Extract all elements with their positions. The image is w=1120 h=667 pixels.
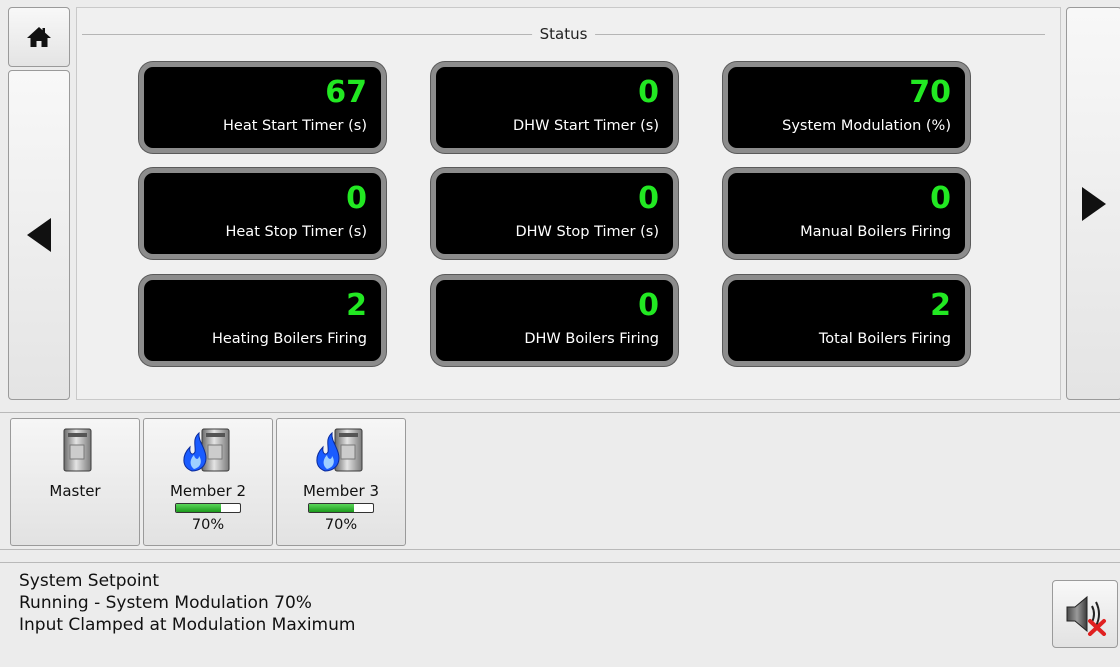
status-message: System Setpoint Running - System Modulat… bbox=[19, 570, 355, 636]
speaker-muted-icon bbox=[1066, 595, 1106, 636]
tile-label: DHW Boilers Firing bbox=[524, 331, 659, 347]
total-boilers-firing-tile: 2 Total Boilers Firing bbox=[723, 275, 970, 366]
boiler-icon bbox=[183, 428, 230, 472]
status-line: Input Clamped at Modulation Maximum bbox=[19, 615, 356, 635]
tile-value: 70 bbox=[909, 75, 951, 110]
heat-start-timer-tile: 67 Heat Start Timer (s) bbox=[139, 62, 386, 153]
tile-value: 2 bbox=[346, 288, 367, 323]
status-panel: Status 67 Heat Start Timer (s) 0 DHW Sta… bbox=[76, 7, 1061, 400]
divider bbox=[0, 412, 1120, 413]
tile-label: Manual Boilers Firing bbox=[800, 224, 951, 240]
home-button[interactable] bbox=[8, 7, 70, 67]
heating-boilers-firing-tile: 2 Heating Boilers Firing bbox=[139, 275, 386, 366]
boiler-icon bbox=[316, 428, 363, 472]
mute-alarm-button[interactable] bbox=[1052, 580, 1118, 648]
dhw-stop-timer-tile: 0 DHW Stop Timer (s) bbox=[431, 168, 678, 259]
boiler-icon-wrap bbox=[11, 427, 139, 473]
previous-page-button[interactable] bbox=[8, 70, 70, 400]
tile-label: Heating Boilers Firing bbox=[211, 331, 367, 347]
tile-label: Heat Start Timer (s) bbox=[223, 118, 367, 134]
boiler-button-master[interactable]: Master bbox=[10, 418, 140, 546]
boiler-button-member-3[interactable]: Member 3 70% bbox=[276, 418, 406, 546]
tile-value: 0 bbox=[638, 181, 659, 216]
boiler-icon bbox=[63, 428, 92, 472]
divider bbox=[0, 562, 1120, 563]
tile-label: Total Boilers Firing bbox=[818, 331, 951, 347]
status-title: Status bbox=[531, 24, 596, 44]
tile-label: System Modulation (%) bbox=[782, 118, 951, 134]
modulation-bar-fill bbox=[309, 504, 354, 512]
tile-value: 0 bbox=[638, 75, 659, 110]
tile-value: 0 bbox=[638, 288, 659, 323]
tile-value: 0 bbox=[346, 181, 367, 216]
tile-label: DHW Start Timer (s) bbox=[513, 118, 659, 134]
dhw-start-timer-tile: 0 DHW Start Timer (s) bbox=[431, 62, 678, 153]
tile-value: 0 bbox=[930, 181, 951, 216]
home-icon bbox=[27, 27, 51, 47]
boiler-name: Master bbox=[49, 482, 101, 500]
system-modulation-tile: 70 System Modulation (%) bbox=[723, 62, 970, 153]
status-line: Running - System Modulation 70% bbox=[19, 593, 312, 613]
divider bbox=[0, 549, 1120, 550]
manual-boilers-firing-tile: 0 Manual Boilers Firing bbox=[723, 168, 970, 259]
modulation-percent: 70% bbox=[324, 517, 358, 533]
boiler-name: Member 3 bbox=[302, 482, 379, 500]
next-page-button[interactable] bbox=[1066, 7, 1120, 400]
arrow-left-icon bbox=[27, 218, 51, 252]
tile-label: Heat Stop Timer (s) bbox=[225, 224, 367, 240]
boiler-icon-wrap bbox=[144, 427, 272, 473]
modulation-bar bbox=[308, 503, 374, 513]
modulation-percent: 70% bbox=[191, 517, 225, 533]
status-line: System Setpoint bbox=[19, 571, 160, 591]
boiler-name: Member 2 bbox=[169, 482, 246, 500]
arrow-right-icon bbox=[1082, 186, 1106, 221]
heat-stop-timer-tile: 0 Heat Stop Timer (s) bbox=[139, 168, 386, 259]
boiler-button-member-2[interactable]: Member 2 70% bbox=[143, 418, 273, 546]
modulation-bar-fill bbox=[176, 504, 221, 512]
tile-value: 67 bbox=[325, 75, 367, 110]
modulation-bar bbox=[175, 503, 241, 513]
tile-label: DHW Stop Timer (s) bbox=[515, 224, 659, 240]
dhw-boilers-firing-tile: 0 DHW Boilers Firing bbox=[431, 275, 678, 366]
status-legend: Status bbox=[82, 24, 1045, 44]
boiler-icon-wrap bbox=[277, 427, 405, 473]
tile-value: 2 bbox=[930, 288, 951, 323]
